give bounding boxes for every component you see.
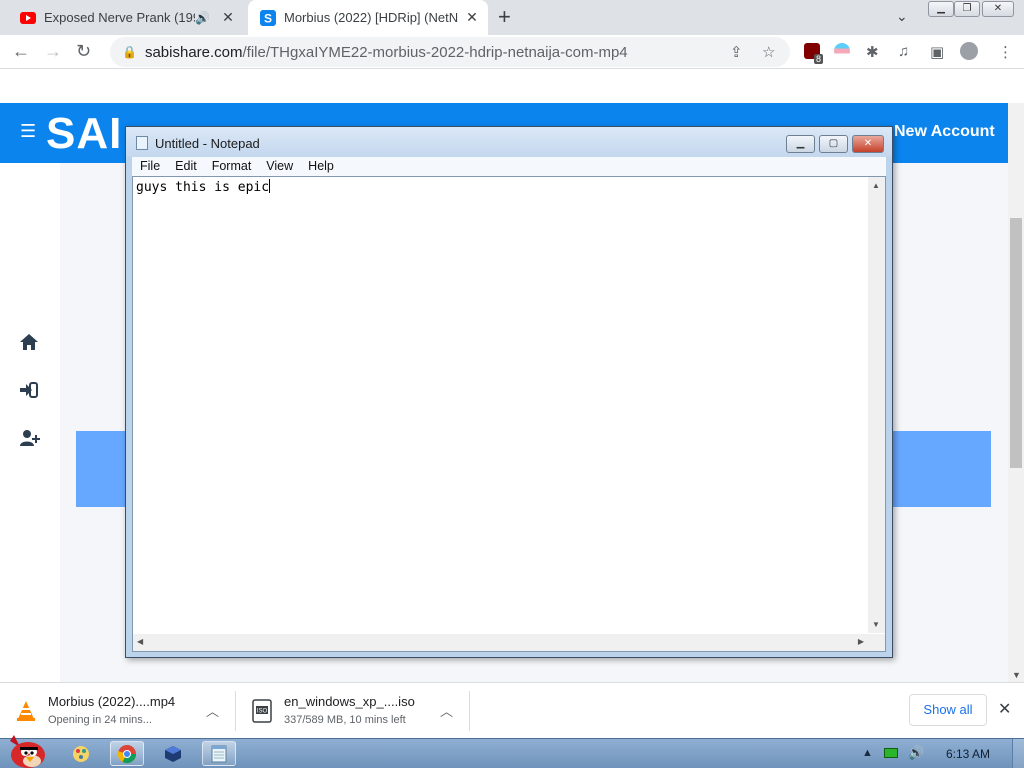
side-panel-icon[interactable]: ▣ — [930, 43, 944, 61]
scroll-right-arrow-icon[interactable]: ▶ — [858, 637, 864, 646]
paint-icon[interactable] — [64, 741, 98, 766]
vertical-scrollbar[interactable]: ▲ ▼ — [868, 177, 885, 633]
tab-search-icon[interactable]: ⌄ — [896, 8, 908, 25]
address-bar[interactable]: 🔒 sabishare.com/file/THgxaIYME22-morbius… — [110, 37, 790, 67]
share-icon[interactable]: ⇪ — [730, 43, 743, 61]
tab-close-button[interactable]: ✕ — [218, 9, 238, 26]
tab-close-button[interactable]: ✕ — [462, 9, 482, 26]
chrome-icon[interactable] — [110, 741, 144, 766]
divider — [469, 691, 470, 731]
download-status: Opening in 24 mins... — [48, 714, 152, 726]
editor-content[interactable]: guys this is epic — [136, 179, 271, 195]
menu-view[interactable]: View — [258, 157, 300, 176]
horizontal-scrollbar[interactable]: ◀ ▶ — [133, 634, 868, 651]
home-icon[interactable] — [20, 334, 38, 355]
show-all-button[interactable]: Show all — [909, 694, 987, 726]
download-item[interactable]: ISO en_windows_xp_....iso 337/589 MB, 10… — [236, 683, 470, 739]
notepad-icon[interactable] — [202, 741, 236, 766]
download-item[interactable]: Morbius (2022)....mp4 Opening in 24 mins… — [0, 683, 236, 739]
hamburger-icon[interactable]: ☰ — [20, 121, 36, 142]
close-window-button[interactable]: ✕ — [982, 1, 1014, 17]
extension-badge: 8 — [814, 54, 824, 64]
scroll-left-arrow-icon[interactable]: ◀ — [137, 637, 143, 646]
resize-grip[interactable] — [868, 634, 885, 651]
scroll-down-arrow-icon[interactable]: ▼ — [1012, 670, 1021, 680]
page-scrollbar[interactable]: ▼ — [1008, 103, 1024, 682]
browser-toolbar: ← → ↻ 🔒 sabishare.com/file/THgxaIYME22-m… — [0, 35, 1024, 69]
svg-text:ISO: ISO — [257, 709, 268, 715]
clock[interactable]: 6:13 AM — [946, 747, 990, 761]
text-caret — [269, 179, 271, 193]
network-icon[interactable] — [884, 748, 898, 758]
download-bar: Morbius (2022)....mp4 Opening in 24 mins… — [0, 682, 1024, 738]
tab-title: Exposed Nerve Prank (199 — [44, 10, 196, 25]
scroll-down-arrow-icon[interactable]: ▼ — [872, 620, 880, 629]
notepad-icon — [136, 136, 148, 150]
new-tab-button[interactable]: + — [498, 6, 511, 28]
bookmark-star-icon[interactable]: ☆ — [762, 43, 775, 61]
menu-format[interactable]: Format — [204, 157, 259, 176]
tab-title: Morbius (2022) [HDRip] (NetN — [284, 10, 459, 25]
scrollbar-thumb[interactable] — [1010, 218, 1022, 468]
minimize-button[interactable]: ▁ — [786, 135, 815, 153]
media-control-icon[interactable]: ♫ — [898, 43, 909, 60]
scroll-up-arrow-icon[interactable]: ▲ — [872, 181, 880, 190]
start-button[interactable] — [4, 733, 48, 768]
minimize-button[interactable]: ▁ — [928, 1, 954, 17]
url-path: /file/THgxaIYME22-morbius-2022-hdrip-net… — [242, 43, 628, 61]
notepad-titlebar[interactable]: Untitled - Notepad ▁ ▢ ✕ — [126, 127, 892, 157]
forward-arrow-icon[interactable]: → — [44, 42, 62, 60]
tray-expand-icon[interactable]: ▲ — [862, 747, 873, 759]
maximize-button[interactable]: ▢ — [819, 135, 848, 153]
lock-icon: 🔒 — [122, 45, 137, 59]
speaker-icon[interactable]: 🔊 — [195, 11, 210, 25]
puzzle-icon[interactable]: ✱ — [866, 43, 879, 61]
notepad-window: Untitled - Notepad ▁ ▢ ✕ File Edit Forma… — [125, 126, 893, 658]
close-icon[interactable]: ✕ — [998, 699, 1011, 719]
new-account-link[interactable]: New Account — [894, 123, 995, 141]
menu-edit[interactable]: Edit — [167, 157, 204, 176]
editor-text: guys this is epic — [136, 180, 270, 195]
user-plus-icon[interactable] — [20, 430, 40, 451]
tab-strip: Exposed Nerve Prank (199 🔊 ✕ S Morbius (… — [0, 0, 1024, 35]
text-editor[interactable]: guys this is epic ▲ ▼ ◀ ▶ — [132, 176, 886, 652]
back-arrow-icon[interactable]: ← — [12, 42, 30, 60]
site-logo[interactable]: SAI — [46, 109, 122, 159]
sabishare-icon: S — [260, 9, 276, 26]
show-desktop-button[interactable] — [1012, 739, 1024, 768]
menu-kebab-icon[interactable]: ⋮ — [998, 43, 1013, 61]
tab-morbius[interactable]: S Morbius (2022) [HDRip] (NetN ✕ — [248, 0, 488, 35]
download-filename: Morbius (2022)....mp4 — [48, 694, 176, 709]
tab-youtube[interactable]: Exposed Nerve Prank (199 🔊 ✕ — [8, 0, 244, 35]
chevron-up-icon[interactable]: ︿ — [440, 701, 453, 720]
menu-file[interactable]: File — [132, 157, 167, 176]
chevron-up-icon[interactable]: ︿ — [206, 701, 219, 720]
svg-text:S: S — [264, 11, 272, 25]
reload-icon[interactable]: ↻ — [76, 42, 91, 60]
download-status: 337/589 MB, 10 mins left — [284, 714, 406, 726]
window-title: Untitled - Notepad — [155, 136, 260, 151]
extension-icon[interactable] — [834, 43, 850, 59]
close-button[interactable]: ✕ — [852, 135, 884, 153]
virtualbox-icon[interactable] — [156, 741, 190, 766]
screen: Exposed Nerve Prank (199 🔊 ✕ S Morbius (… — [0, 0, 1024, 768]
vlc-icon — [14, 699, 38, 723]
menu-bar: File Edit Format View Help — [132, 157, 886, 176]
menu-help[interactable]: Help — [300, 157, 341, 176]
profile-avatar[interactable] — [960, 42, 978, 60]
download-filename: en_windows_xp_....iso — [284, 694, 415, 709]
url-host: sabishare.com — [144, 43, 243, 61]
taskbar: ▲ 🔊 6:13 AM — [0, 735, 1024, 768]
volume-icon[interactable]: 🔊 — [908, 745, 924, 761]
iso-file-icon: ISO — [250, 699, 274, 723]
youtube-icon — [20, 10, 36, 26]
sign-in-icon[interactable] — [20, 382, 38, 403]
restore-button[interactable]: ❐ — [954, 1, 980, 17]
